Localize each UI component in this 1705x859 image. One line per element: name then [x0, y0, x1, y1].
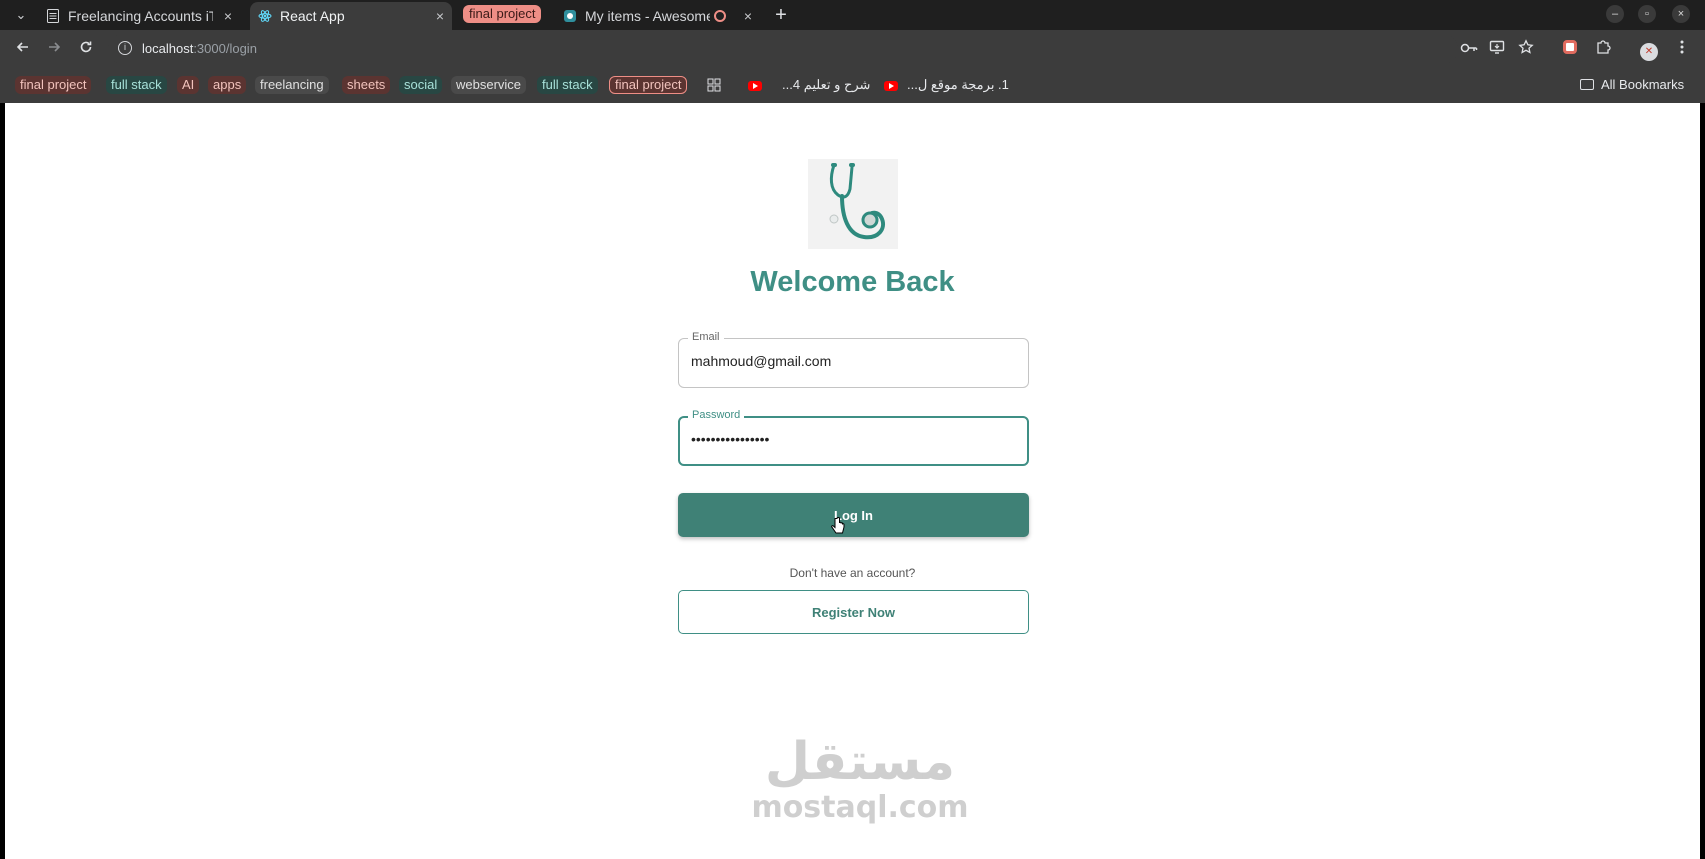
- email-label: Email: [688, 331, 724, 343]
- email-input[interactable]: [691, 353, 1011, 369]
- password-label: Password: [688, 409, 745, 421]
- all-bookmarks-button[interactable]: All Bookmarks: [1580, 77, 1684, 92]
- recording-indicator-icon: [714, 10, 726, 22]
- password-field[interactable]: Password: [678, 409, 1029, 466]
- browser-toolbar: i localhost:3000/login ✕: [0, 30, 1705, 68]
- tab-title: Freelancing Accounts iTi: [68, 8, 213, 24]
- all-bookmarks-label: All Bookmarks: [1601, 77, 1685, 92]
- stethoscope-icon: [808, 159, 898, 249]
- watermark-latin: mostaql.com: [751, 790, 969, 825]
- url-text[interactable]: localhost:3000/login: [142, 41, 257, 56]
- maximize-button[interactable]: ▫: [1638, 5, 1656, 23]
- tab-title: My items - Awesome: [585, 8, 710, 24]
- watermark-arabic: مستقل: [764, 732, 956, 792]
- youtube-icon: [884, 81, 898, 91]
- youtube-icon: [748, 81, 762, 91]
- bookmark-star-icon[interactable]: [1516, 39, 1536, 59]
- close-icon[interactable]: ×: [436, 8, 444, 24]
- mostaql-watermark: مستقل mostaql.com: [695, 733, 1025, 853]
- email-field[interactable]: Email: [678, 331, 1029, 388]
- bookmark-folder-final-project[interactable]: final project: [15, 76, 92, 94]
- bookmark-folder-webservice[interactable]: webservice: [451, 76, 527, 94]
- react-icon: [258, 9, 272, 23]
- bookmark-folder-full-stack-2[interactable]: full stack: [537, 76, 598, 94]
- tab-search-button[interactable]: ⌄: [10, 4, 32, 26]
- password-key-icon[interactable]: [1459, 39, 1479, 59]
- new-tab-button[interactable]: +: [770, 3, 792, 27]
- page-title: Welcome Back: [750, 266, 955, 298]
- login-button[interactable]: Log In: [678, 493, 1029, 537]
- profile-avatar-icon[interactable]: ✕: [1639, 39, 1659, 61]
- bookmark-folder-final-project-2[interactable]: final project: [609, 76, 688, 94]
- address-bar[interactable]: i localhost:3000/login: [108, 34, 1458, 64]
- tab-react-app[interactable]: React App ×: [250, 2, 452, 30]
- install-app-icon[interactable]: [1487, 39, 1507, 59]
- extension-icon[interactable]: [1560, 39, 1580, 59]
- bookmark-folder-freelancing[interactable]: freelancing: [255, 76, 329, 94]
- tab-title: React App: [280, 8, 345, 24]
- bookmarks-bar: final project full stack AI apps freelan…: [0, 68, 1705, 103]
- bookmark-link-youtube-2[interactable]: 1. برمجة موقع ل...: [907, 77, 1009, 93]
- forward-icon[interactable]: [44, 39, 64, 59]
- tab-group-final-project[interactable]: final project: [463, 5, 542, 23]
- apps-grid-icon[interactable]: [706, 78, 722, 94]
- awesome-icon: [563, 9, 577, 23]
- reload-icon[interactable]: [76, 39, 96, 59]
- minimize-button[interactable]: –: [1606, 5, 1624, 23]
- back-icon[interactable]: [13, 39, 33, 59]
- close-icon[interactable]: ×: [744, 8, 752, 24]
- page-viewport: Welcome Back Email Password Log In Don't…: [5, 103, 1700, 859]
- bookmark-folder-ai[interactable]: AI: [177, 76, 200, 94]
- password-input[interactable]: [691, 431, 1011, 447]
- more-menu-icon[interactable]: [1672, 39, 1692, 59]
- tab-my-items[interactable]: My items - Awesome ×: [555, 2, 760, 30]
- bookmark-link-youtube-1[interactable]: شرح و تعليم 4...: [782, 77, 870, 93]
- sheets-icon: [46, 9, 60, 23]
- tab-strip: ⌄ Freelancing Accounts iTi × React App ×…: [0, 0, 1705, 30]
- window-close-button[interactable]: ×: [1672, 5, 1690, 23]
- extensions-puzzle-icon[interactable]: [1593, 39, 1613, 59]
- bookmark-folder-full-stack[interactable]: full stack: [106, 76, 167, 94]
- tab-freelancing-accounts[interactable]: Freelancing Accounts iTi ×: [38, 2, 240, 30]
- browser-chrome: ⌄ Freelancing Accounts iTi × React App ×…: [0, 0, 1705, 103]
- bookmark-folder-sheets[interactable]: sheets: [342, 76, 391, 94]
- folder-icon: [1580, 79, 1594, 90]
- bookmark-folder-social[interactable]: social: [399, 76, 443, 94]
- site-info-icon[interactable]: i: [118, 41, 132, 55]
- register-button[interactable]: Register Now: [678, 590, 1029, 634]
- bookmark-folder-apps[interactable]: apps: [208, 76, 247, 94]
- hand-cursor-icon: [831, 517, 845, 535]
- no-account-text: Don't have an account?: [789, 566, 916, 580]
- close-icon[interactable]: ×: [224, 8, 232, 24]
